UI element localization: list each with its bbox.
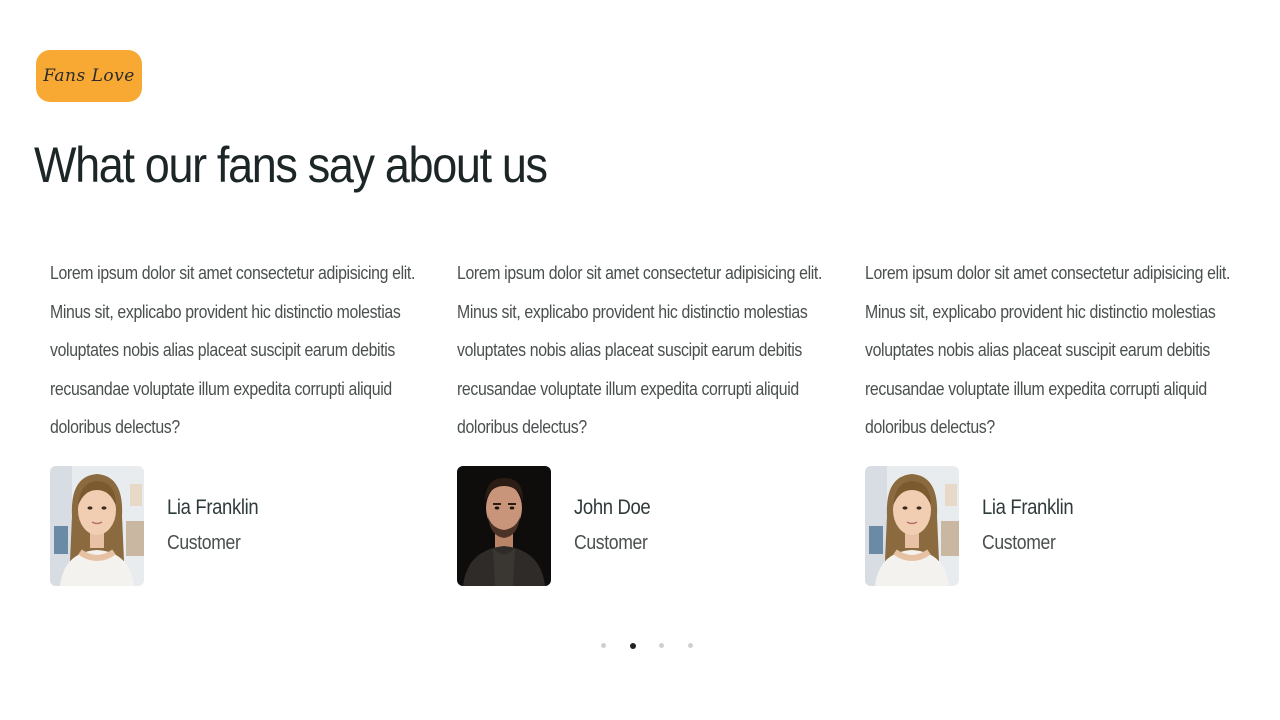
testimonial-author: John Doe Customer: [457, 466, 837, 588]
pagination-dot-2[interactable]: [630, 642, 636, 649]
woman-portrait-image: [865, 466, 959, 586]
pagination-dot-1[interactable]: [601, 643, 606, 648]
avatar: [457, 466, 551, 586]
pagination-dot-4[interactable]: [688, 643, 693, 648]
author-name: John Doe: [574, 496, 651, 519]
testimonial-carousel: Lorem ipsum dolor sit amet consectetur a…: [0, 0, 1280, 720]
testimonial-author: Lia Franklin Customer: [865, 466, 1245, 588]
woman-portrait-image: [50, 466, 144, 586]
author-role: Customer: [982, 532, 1056, 554]
testimonial-card: Lorem ipsum dolor sit amet consectetur a…: [457, 254, 837, 586]
man-portrait-image: [457, 466, 551, 586]
author-role: Customer: [167, 532, 241, 554]
author-name: Lia Franklin: [982, 496, 1074, 519]
carousel-pagination: [0, 642, 1280, 653]
testimonial-quote: Lorem ipsum dolor sit amet consectetur a…: [50, 263, 416, 437]
testimonial-card: Lorem ipsum dolor sit amet consectetur a…: [865, 254, 1245, 586]
testimonial-card: Lorem ipsum dolor sit amet consectetur a…: [50, 254, 430, 586]
testimonial-quote: Lorem ipsum dolor sit amet consectetur a…: [457, 263, 823, 437]
testimonial-quote: Lorem ipsum dolor sit amet consectetur a…: [865, 263, 1231, 437]
pagination-dot-3[interactable]: [659, 643, 664, 648]
testimonial-author: Lia Franklin Customer: [50, 466, 430, 588]
avatar: [50, 466, 144, 586]
author-name: Lia Franklin: [167, 496, 259, 519]
author-role: Customer: [574, 532, 648, 554]
avatar: [865, 466, 959, 586]
